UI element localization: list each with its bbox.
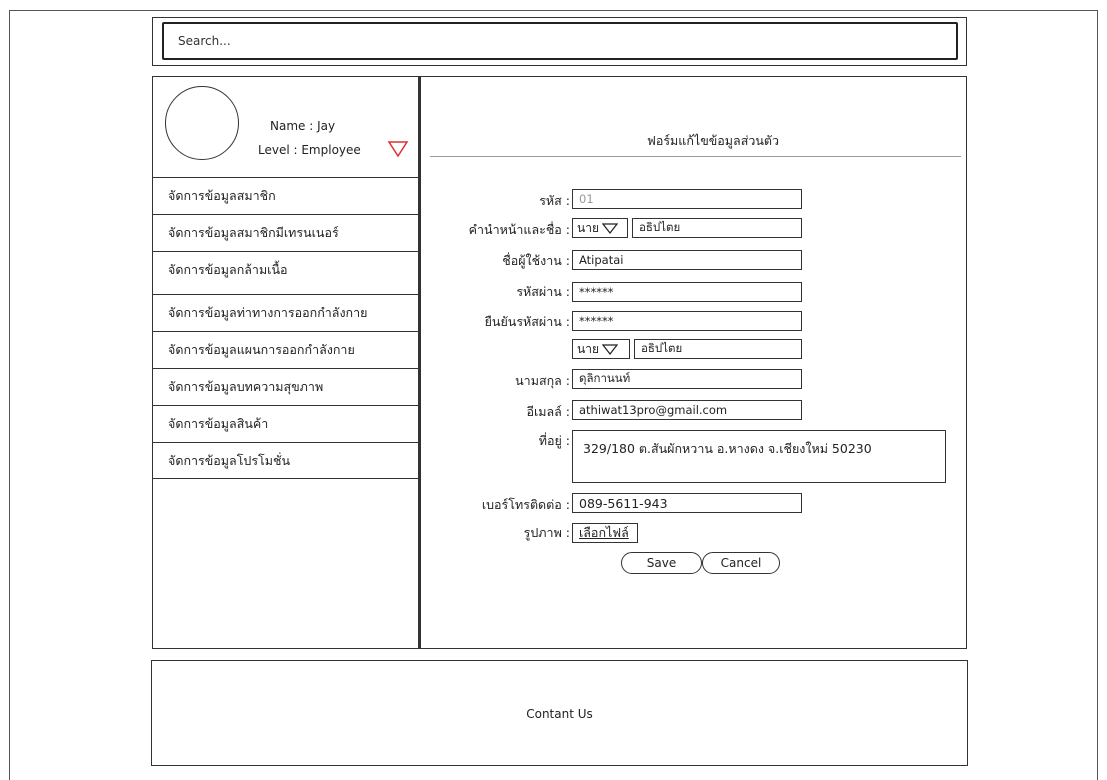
first-name-field[interactable]: อธิปไตย [632,218,802,238]
sidebar-item-muscles[interactable]: จัดการข้อมูลกล้ามเนื้อ [152,251,419,288]
prefix-value: นาย [577,220,599,235]
id-label: รหัส : [539,193,570,208]
password-field[interactable]: ****** [572,282,802,302]
prefix-select-2[interactable]: นาย [572,339,630,359]
divider [430,156,961,157]
sidebar-item-exercise-plans[interactable]: จัดการข้อมูลแผนการออกกำลังกาย [152,331,419,368]
choose-file-button[interactable]: เลือกไฟล์ [572,523,638,543]
sidebar-item-health-articles[interactable]: จัดการข้อมูลบทความสุขภาพ [152,368,419,405]
sidebar-item-members-with-trainer[interactable]: จัดการข้อมูลสมาชิกมีเทรนเนอร์ [152,214,419,251]
sidebar-item-label: จัดการข้อมูลสินค้า [168,416,269,431]
name-field-2[interactable]: อธิปไตย [634,339,802,359]
sidebar-item-label: จัดการข้อมูลท่าทางการออกกำลังกาย [168,305,368,320]
sidebar-item-promotions[interactable]: จัดการข้อมูลโปรโมชั่น [152,442,419,479]
sidebar-item-label: จัดการข้อมูลกล้ามเนื้อ [168,262,288,277]
surname-field[interactable]: ดุลิกานนท์ [572,369,802,389]
sidebar-item-label: จัดการข้อมูลโปรโมชั่น [168,452,291,468]
sidebar-item-exercise-poses[interactable]: จัดการข้อมูลท่าทางการออกกำลังกาย [152,294,419,331]
avatar [165,86,239,160]
sidebar-item-label: จัดการข้อมูลสมาชิก [168,188,276,203]
chevron-down-icon [601,223,618,234]
confirm-password-field[interactable]: ****** [572,311,802,331]
phone-label: เบอร์โทรติดต่อ : [481,497,570,512]
address-textarea[interactable]: 329/180 ต.สันผักหวาน อ.หางดง จ.เชียงใหม่… [572,430,946,483]
cancel-button[interactable]: Cancel [702,552,780,574]
save-button[interactable]: Save [621,552,702,574]
id-field[interactable]: 01 [572,189,802,209]
triangle-down-icon[interactable] [387,140,409,158]
title-name-label: คำนำหน้าและชื่อ : [468,222,570,237]
chevron-down-icon [601,344,618,355]
email-label: อีเมลล์ : [526,404,570,419]
sidebar-item-members[interactable]: จัดการข้อมูลสมาชิก [152,177,419,214]
sidebar-item-label: จัดการข้อมูลแผนการออกกำลังกาย [168,342,355,357]
sidebar-item-products[interactable]: จัดการข้อมูลสินค้า [152,405,419,442]
search-input[interactable] [164,24,956,58]
email-field[interactable]: athiwat13pro@gmail.com [572,400,802,420]
username-label: ชื่อผู้ใช้งาน : [502,253,570,268]
sidebar-item-label: จัดการข้อมูลบทความสุขภาพ [168,379,324,394]
contact-us-link[interactable]: Contant Us [151,707,968,721]
photo-label: รูปภาพ : [523,525,570,540]
prefix-value: นาย [577,341,599,356]
confirm-password-label: ยืนยันรหัสผ่าน : [484,314,570,329]
form-title: ฟอร์มแก้ไขข้อมูลส่วนตัว [646,133,780,148]
prefix-select[interactable]: นาย [572,218,628,238]
user-name: Name : Jay [270,119,336,133]
address-label: ที่อยู่ : [538,433,570,448]
sidebar-item-label: จัดการข้อมูลสมาชิกมีเทรนเนอร์ [168,225,339,240]
user-level: Level : Employee [258,143,361,157]
password-label: รหัสผ่าน : [516,284,570,299]
username-field[interactable]: Atipatai [572,250,802,270]
surname-label: นามสกุล : [515,373,570,388]
search-box[interactable] [162,22,958,60]
phone-field[interactable]: 089-5611-943 [572,493,802,513]
